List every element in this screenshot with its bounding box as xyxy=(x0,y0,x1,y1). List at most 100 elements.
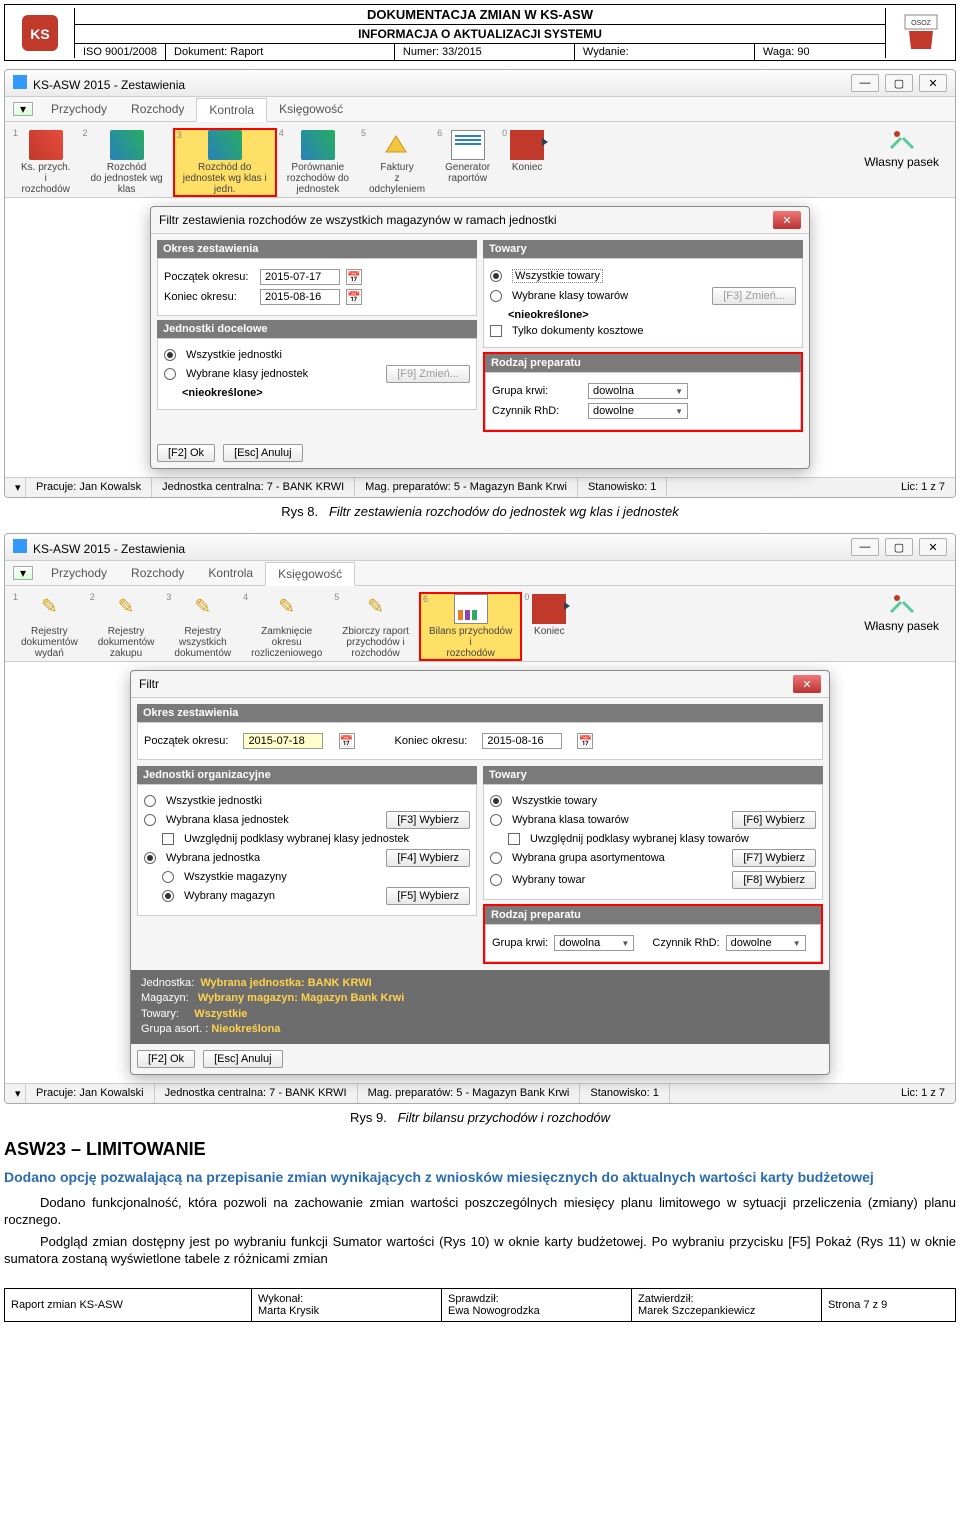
poczatek-label: Początek okresu: xyxy=(164,271,254,283)
tab-ksiegowosc[interactable]: Księgowość xyxy=(265,562,355,586)
czynnik-label: Czynnik RhD: xyxy=(652,937,719,949)
grupa-combo[interactable]: dowolna▼ xyxy=(588,383,688,399)
grupa-label: Grupa krwi: xyxy=(492,385,582,397)
czynnik-label: Czynnik RhD: xyxy=(492,405,582,417)
maximize-button[interactable]: ▢ xyxy=(885,74,913,92)
status-jednostka: Jednostka centralna: 7 - BANK KRWI xyxy=(155,1084,358,1103)
zmien-towary-button[interactable]: [F3] Zmień... xyxy=(712,287,796,305)
tab-przychody[interactable]: Przychody xyxy=(39,98,119,120)
f8-button[interactable]: [F8] Wybierz xyxy=(732,871,816,889)
minimize-button[interactable]: — xyxy=(851,538,879,556)
zmien-button[interactable]: [F9] Zmień... xyxy=(386,365,470,383)
ribbon-item-4[interactable]: 4Porównanie rozchodów do jednostek xyxy=(277,128,359,197)
tab-przychody[interactable]: Przychody xyxy=(39,562,119,584)
radio-wszystkie-towary[interactable] xyxy=(490,270,502,282)
ribbon-menu-button[interactable]: ▾ xyxy=(13,566,33,580)
ribbon-item-2[interactable]: 2Rejestry dokumentów zakupu xyxy=(88,592,165,661)
radio-wszystkie-jednostki[interactable] xyxy=(164,349,176,361)
register-icon xyxy=(32,594,66,624)
f4-button[interactable]: [F4] Wybierz xyxy=(386,849,470,867)
calendar-icon[interactable]: 📅 xyxy=(339,733,355,749)
status-pracuje: Pracuje: Jan Kowalsk xyxy=(26,478,152,497)
ribbon-item-6[interactable]: 6Bilans przychodów i rozchodów xyxy=(419,592,522,661)
radio-wybrana-jednostka[interactable] xyxy=(144,852,156,864)
radio-wybrana-grupa[interactable] xyxy=(490,852,502,864)
status-arrow[interactable]: ▾ xyxy=(5,1084,26,1103)
status-arrow[interactable]: ▾ xyxy=(5,478,26,497)
f7-button[interactable]: [F7] Wybierz xyxy=(732,849,816,867)
koniec-input[interactable]: 2015-08-16 xyxy=(482,733,562,749)
svg-text:KS: KS xyxy=(30,26,49,42)
cancel-button[interactable]: [Esc] Anuluj xyxy=(223,444,302,462)
radio-wybrana-klasa[interactable] xyxy=(144,814,156,826)
page-header: KS DOKUMENTACJA ZMIAN W KS-ASW INFORMACJ… xyxy=(4,4,956,61)
screenshot-1: KS-ASW 2015 - Zestawienia — ▢ ✕ ▾ Przych… xyxy=(4,69,956,498)
ribbon-item-1[interactable]: 1Ks. przych. i rozchodów xyxy=(11,128,80,197)
meta-doc: Dokument: Raport xyxy=(166,44,395,60)
poczatek-input[interactable]: 2015-07-18 xyxy=(243,733,323,749)
status-mag: Mag. preparatów: 5 - Magazyn Bank Krwi xyxy=(355,478,578,497)
ok-button[interactable]: [F2] Ok xyxy=(137,1050,195,1068)
close-button[interactable]: ✕ xyxy=(919,538,947,556)
ribbon-item-0[interactable]: 0Koniec xyxy=(522,592,576,661)
ribbon-item-2[interactable]: 2Rozchód do jednostek wg klas xyxy=(80,128,172,197)
grupa-combo[interactable]: dowolna▼ xyxy=(554,935,634,951)
f6-button[interactable]: [F6] Wybierz xyxy=(732,811,816,829)
ribbon-item-0[interactable]: 0Koniec xyxy=(500,128,554,197)
rodzaj-header: Rodzaj preparatu xyxy=(485,906,821,924)
ribbon-custom-bar[interactable]: Własny pasek xyxy=(854,128,949,197)
calendar-icon[interactable]: 📅 xyxy=(577,733,593,749)
ribbon-item-6[interactable]: 6Generator raportów xyxy=(435,128,500,197)
f3-button[interactable]: [F3] Wybierz xyxy=(386,811,470,829)
invoice-icon xyxy=(380,130,414,160)
poczatek-input[interactable]: 2015-07-17 xyxy=(260,269,340,285)
maximize-button[interactable]: ▢ xyxy=(885,538,913,556)
calendar-icon[interactable]: 📅 xyxy=(346,269,362,285)
jorg-header: Jednostki organizacyjne xyxy=(137,766,477,784)
radio-wybrana-klasa-tow[interactable] xyxy=(490,814,502,826)
dialog-close-button[interactable]: ✕ xyxy=(793,675,821,693)
ribbon-menu-button[interactable]: ▾ xyxy=(13,102,33,116)
checkbox-tylko-kosztowe[interactable] xyxy=(490,325,502,337)
radio-wszystkie-towary[interactable] xyxy=(490,795,502,807)
ribbon-item-5[interactable]: 5Faktury z odchyleniem xyxy=(359,128,435,197)
radio-wybrane-towary[interactable] xyxy=(490,290,502,302)
ribbon-item-5[interactable]: 5Zbiorczy raport przychodów i rozchodów xyxy=(332,592,419,661)
tab-kontrola[interactable]: Kontrola xyxy=(196,98,267,122)
calendar-icon[interactable]: 📅 xyxy=(346,289,362,305)
ribbon-item-4[interactable]: 4Zamknięcie okresu rozliczeniowego xyxy=(241,592,332,661)
dialog-title: Filtr xyxy=(139,677,159,691)
window-title: KS-ASW 2015 - Zestawienia xyxy=(33,542,185,556)
radio-wybrane-klasy[interactable] xyxy=(164,368,176,380)
radio-wybrany-towar[interactable] xyxy=(490,874,502,886)
tab-rozchody[interactable]: Rozchody xyxy=(119,562,196,584)
tools-icon xyxy=(864,130,939,155)
f5-button[interactable]: [F5] Wybierz xyxy=(386,887,470,905)
footer-table: Raport zmian KS-ASW Wykonał:Marta Krysik… xyxy=(4,1288,956,1322)
cancel-button[interactable]: [Esc] Anuluj xyxy=(203,1050,282,1068)
status-pracuje: Pracuje: Jan Kowalski xyxy=(26,1084,155,1103)
dialog-close-button[interactable]: ✕ xyxy=(773,211,801,229)
ok-button[interactable]: [F2] Ok xyxy=(157,444,215,462)
ribbon-item-3[interactable]: 3Rejestry wszystkich dokumentów xyxy=(164,592,241,661)
czynnik-combo[interactable]: dowolne▼ xyxy=(588,403,688,419)
ribbon-item-1[interactable]: 1Rejestry dokumentów wydań xyxy=(11,592,88,661)
radio-wszystkie-magazyny[interactable] xyxy=(162,871,174,883)
checkbox-podklasy-jedn[interactable] xyxy=(162,833,174,845)
ribbon-item-3[interactable]: 3Rozchód do jednostek wg klas i jedn. xyxy=(173,128,277,197)
radio-wybrany-magazyn[interactable] xyxy=(162,890,174,902)
tab-ksiegowosc[interactable]: Księgowość xyxy=(267,98,355,120)
status-lic: Lic: 1 z 7 xyxy=(891,1084,955,1103)
register-icon xyxy=(186,594,220,624)
tab-kontrola[interactable]: Kontrola xyxy=(196,562,265,584)
minimize-button[interactable]: — xyxy=(851,74,879,92)
radio-wszystkie-jednostki[interactable] xyxy=(144,795,156,807)
status-bar: ▾ Pracuje: Jan Kowalsk Jednostka central… xyxy=(5,477,955,497)
czynnik-combo[interactable]: dowolne▼ xyxy=(726,935,806,951)
ribbon-custom-bar[interactable]: Własny pasek xyxy=(854,592,949,661)
koniec-input[interactable]: 2015-08-16 xyxy=(260,289,340,305)
checkbox-podklasy-tow[interactable] xyxy=(508,833,520,845)
tab-rozchody[interactable]: Rozchody xyxy=(119,98,196,120)
close-button[interactable]: ✕ xyxy=(919,74,947,92)
meta-weight: Waga: 90 xyxy=(755,44,885,60)
